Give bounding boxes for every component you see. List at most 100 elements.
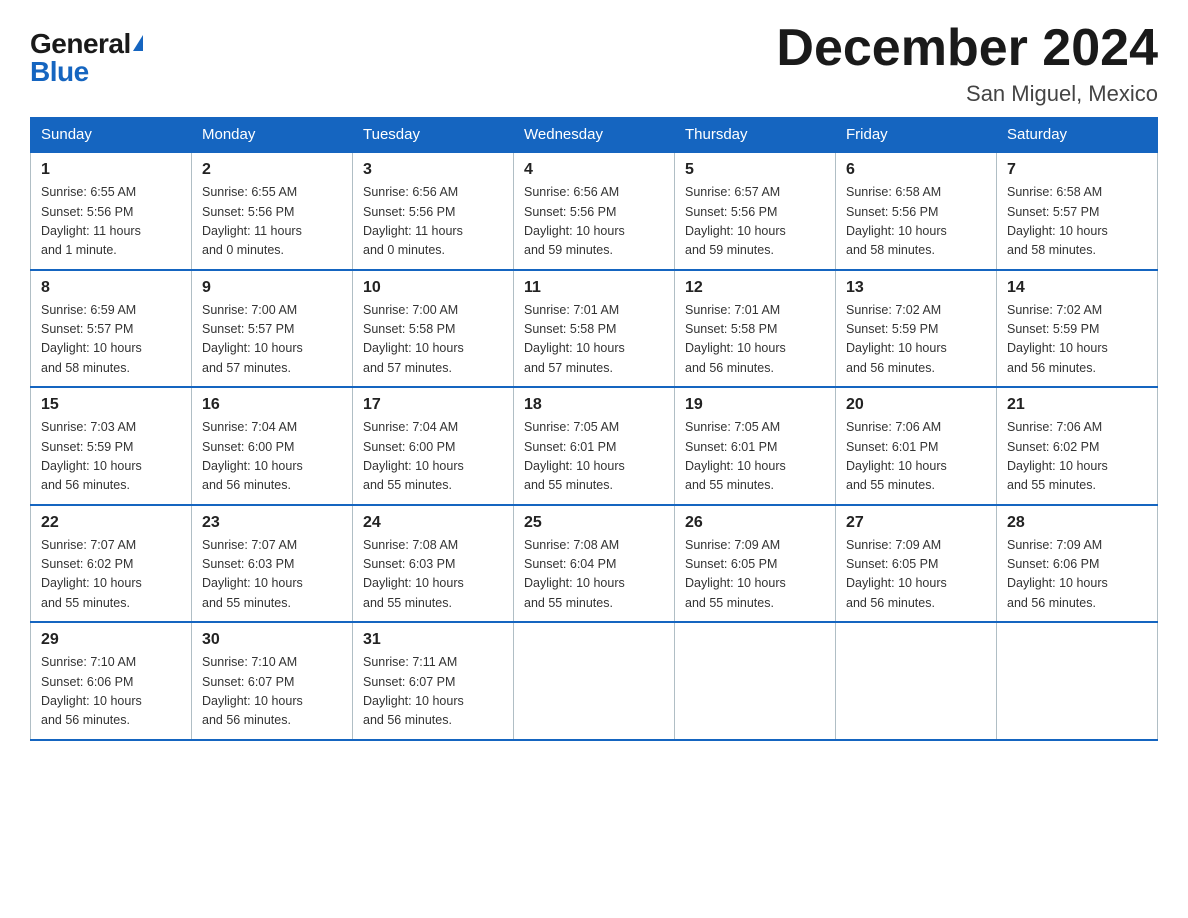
table-row: 30 Sunrise: 7:10 AMSunset: 6:07 PMDayligh…	[192, 622, 353, 740]
table-row: 26Sunrise: 7:09 AMSunset: 6:05 PMDayligh…	[675, 505, 836, 623]
table-row: 11 Sunrise: 7:01 AMSunset: 5:58 PMDayligh…	[514, 270, 675, 388]
header: General Blue December 2024 San Miguel, M…	[30, 20, 1158, 107]
logo-triangle-icon	[133, 35, 143, 51]
day-info: Sunrise: 7:02 AMSunset: 5:59 PMDaylight:…	[1007, 301, 1147, 379]
day-info: Sunrise: 6:57 AMSunset: 5:56 PMDaylight:…	[685, 183, 825, 261]
day-info: Sunrise: 7:10 AMSunset: 6:06 PMDaylight:…	[41, 653, 181, 731]
day-number: 11	[524, 279, 664, 297]
day-info: Sunrise: 6:56 AMSunset: 5:56 PMDaylight:…	[524, 183, 664, 261]
day-info: Sunrise: 6:55 AMSunset: 5:56 PMDaylight:…	[41, 183, 181, 261]
day-info: Sunrise: 7:09 AMSunset: 6:05 PMDaylight:…	[685, 536, 825, 614]
day-info: Sunrise: 7:05 AMSunset: 6:01 PMDaylight:…	[685, 418, 825, 496]
day-info: Sunrise: 7:02 AMSunset: 5:59 PMDaylight:…	[846, 301, 986, 379]
day-number: 17	[363, 396, 503, 414]
calendar-table: Sunday Monday Tuesday Wednesday Thursday…	[30, 117, 1158, 741]
day-info: Sunrise: 6:58 AMSunset: 5:56 PMDaylight:…	[846, 183, 986, 261]
day-info: Sunrise: 7:01 AMSunset: 5:58 PMDaylight:…	[524, 301, 664, 379]
logo-general-text: General	[30, 30, 131, 58]
day-number: 14	[1007, 279, 1147, 297]
day-number: 29	[41, 631, 181, 649]
table-row: 27 Sunrise: 7:09 AMSunset: 6:05 PMDayligh…	[836, 505, 997, 623]
day-info: Sunrise: 7:07 AMSunset: 6:03 PMDaylight:…	[202, 536, 342, 614]
day-number: 19	[685, 396, 825, 414]
header-wednesday: Wednesday	[514, 118, 675, 153]
day-info: Sunrise: 7:00 AMSunset: 5:57 PMDaylight:…	[202, 301, 342, 379]
day-number: 21	[1007, 396, 1147, 414]
day-info: Sunrise: 7:01 AMSunset: 5:58 PMDaylight:…	[685, 301, 825, 379]
table-row: 28 Sunrise: 7:09 AMSunset: 6:06 PMDayligh…	[997, 505, 1158, 623]
day-info: Sunrise: 6:55 AMSunset: 5:56 PMDaylight:…	[202, 183, 342, 261]
day-number: 20	[846, 396, 986, 414]
day-info: Sunrise: 7:04 AMSunset: 6:00 PMDaylight:…	[202, 418, 342, 496]
day-number: 9	[202, 279, 342, 297]
table-row: 21Sunrise: 7:06 AMSunset: 6:02 PMDayligh…	[997, 387, 1158, 505]
day-info: Sunrise: 7:10 AMSunset: 6:07 PMDaylight:…	[202, 653, 342, 731]
table-row: 18 Sunrise: 7:05 AMSunset: 6:01 PMDayligh…	[514, 387, 675, 505]
day-number: 22	[41, 514, 181, 532]
title-area: December 2024 San Miguel, Mexico	[776, 20, 1158, 107]
day-number: 10	[363, 279, 503, 297]
day-number: 24	[363, 514, 503, 532]
logo: General Blue	[30, 30, 143, 86]
day-number: 5	[685, 161, 825, 179]
day-number: 30	[202, 631, 342, 649]
table-row	[997, 622, 1158, 740]
header-friday: Friday	[836, 118, 997, 153]
day-info: Sunrise: 7:06 AMSunset: 6:01 PMDaylight:…	[846, 418, 986, 496]
day-info: Sunrise: 7:07 AMSunset: 6:02 PMDaylight:…	[41, 536, 181, 614]
header-tuesday: Tuesday	[353, 118, 514, 153]
day-info: Sunrise: 7:09 AMSunset: 6:06 PMDaylight:…	[1007, 536, 1147, 614]
day-info: Sunrise: 6:56 AMSunset: 5:56 PMDaylight:…	[363, 183, 503, 261]
calendar-week-row: 15Sunrise: 7:03 AMSunset: 5:59 PMDayligh…	[31, 387, 1158, 505]
day-number: 31	[363, 631, 503, 649]
header-sunday: Sunday	[31, 118, 192, 153]
calendar-week-row: 1Sunrise: 6:55 AMSunset: 5:56 PMDaylight…	[31, 152, 1158, 270]
table-row: 10Sunrise: 7:00 AMSunset: 5:58 PMDayligh…	[353, 270, 514, 388]
table-row: 9 Sunrise: 7:00 AMSunset: 5:57 PMDaylight…	[192, 270, 353, 388]
day-info: Sunrise: 7:09 AMSunset: 6:05 PMDaylight:…	[846, 536, 986, 614]
table-row: 20 Sunrise: 7:06 AMSunset: 6:01 PMDayligh…	[836, 387, 997, 505]
table-row: 14 Sunrise: 7:02 AMSunset: 5:59 PMDayligh…	[997, 270, 1158, 388]
table-row: 16Sunrise: 7:04 AMSunset: 6:00 PMDayligh…	[192, 387, 353, 505]
table-row: 29 Sunrise: 7:10 AMSunset: 6:06 PMDayligh…	[31, 622, 192, 740]
day-info: Sunrise: 7:08 AMSunset: 6:04 PMDaylight:…	[524, 536, 664, 614]
calendar-week-row: 8Sunrise: 6:59 AMSunset: 5:57 PMDaylight…	[31, 270, 1158, 388]
header-thursday: Thursday	[675, 118, 836, 153]
day-info: Sunrise: 7:03 AMSunset: 5:59 PMDaylight:…	[41, 418, 181, 496]
day-number: 7	[1007, 161, 1147, 179]
day-number: 27	[846, 514, 986, 532]
day-number: 13	[846, 279, 986, 297]
day-number: 25	[524, 514, 664, 532]
table-row: 7 Sunrise: 6:58 AMSunset: 5:57 PMDaylight…	[997, 152, 1158, 270]
table-row: 3 Sunrise: 6:56 AMSunset: 5:56 PMDaylight…	[353, 152, 514, 270]
day-number: 3	[363, 161, 503, 179]
day-info: Sunrise: 7:08 AMSunset: 6:03 PMDaylight:…	[363, 536, 503, 614]
day-number: 2	[202, 161, 342, 179]
table-row: 8Sunrise: 6:59 AMSunset: 5:57 PMDaylight…	[31, 270, 192, 388]
table-row	[675, 622, 836, 740]
day-number: 12	[685, 279, 825, 297]
table-row: 1Sunrise: 6:55 AMSunset: 5:56 PMDaylight…	[31, 152, 192, 270]
calendar-week-row: 29 Sunrise: 7:10 AMSunset: 6:06 PMDayligh…	[31, 622, 1158, 740]
table-row: 22 Sunrise: 7:07 AMSunset: 6:02 PMDayligh…	[31, 505, 192, 623]
day-info: Sunrise: 6:58 AMSunset: 5:57 PMDaylight:…	[1007, 183, 1147, 261]
day-info: Sunrise: 7:05 AMSunset: 6:01 PMDaylight:…	[524, 418, 664, 496]
header-saturday: Saturday	[997, 118, 1158, 153]
table-row: 19 Sunrise: 7:05 AMSunset: 6:01 PMDayligh…	[675, 387, 836, 505]
day-info: Sunrise: 7:04 AMSunset: 6:00 PMDaylight:…	[363, 418, 503, 496]
table-row	[514, 622, 675, 740]
table-row: 23 Sunrise: 7:07 AMSunset: 6:03 PMDayligh…	[192, 505, 353, 623]
table-row	[836, 622, 997, 740]
day-number: 28	[1007, 514, 1147, 532]
day-number: 18	[524, 396, 664, 414]
location: San Miguel, Mexico	[776, 81, 1158, 107]
table-row: 25 Sunrise: 7:08 AMSunset: 6:04 PMDayligh…	[514, 505, 675, 623]
day-number: 4	[524, 161, 664, 179]
calendar-header-row: Sunday Monday Tuesday Wednesday Thursday…	[31, 118, 1158, 153]
logo-blue-text: Blue	[30, 58, 89, 86]
day-number: 6	[846, 161, 986, 179]
table-row: 17 Sunrise: 7:04 AMSunset: 6:00 PMDayligh…	[353, 387, 514, 505]
day-number: 23	[202, 514, 342, 532]
table-row: 13 Sunrise: 7:02 AMSunset: 5:59 PMDayligh…	[836, 270, 997, 388]
day-info: Sunrise: 6:59 AMSunset: 5:57 PMDaylight:…	[41, 301, 181, 379]
